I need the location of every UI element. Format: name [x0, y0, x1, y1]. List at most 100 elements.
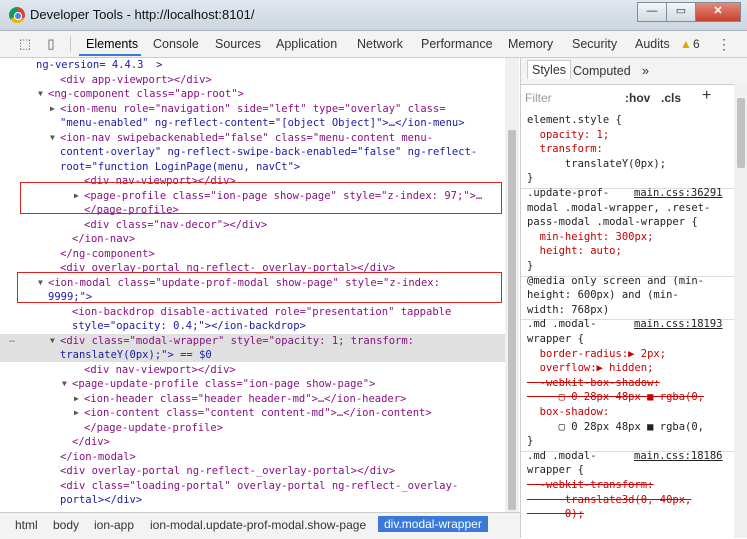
expand-right-icon[interactable]: ▶	[74, 406, 79, 420]
tab-sources[interactable]: Sources	[215, 37, 261, 51]
style-rule-line[interactable]: wrapper {	[527, 463, 584, 477]
style-rule-line[interactable]: .md .modal-main.css:18186	[527, 449, 723, 463]
dom-node-line[interactable]: ▶ <ion-header class="header header-md">…<…	[0, 392, 505, 406]
style-rule-line[interactable]: ▢ 0 28px 48px ■ rgba(0,	[527, 390, 704, 404]
style-rule-line[interactable]: height: auto;	[527, 244, 622, 258]
dom-node-line[interactable]: root="function LoginPage(menu, navCt">	[0, 160, 505, 174]
dom-node-line[interactable]: <div overlay-portal ng-reflect-_overlay-…	[0, 464, 505, 478]
more-options-icon[interactable]: ⋮	[717, 36, 731, 53]
dom-node-line[interactable]: ▼ <div class="modal-wrapper" style="opaci…	[0, 333, 505, 348]
tab-performance[interactable]: Performance	[421, 37, 493, 51]
dom-node-line[interactable]: ▶ <ion-content class="content content-md"…	[0, 406, 505, 420]
style-rule-line[interactable]: @media only screen and (min-	[527, 274, 704, 288]
inspect-element-icon[interactable]: ⬚	[17, 36, 33, 52]
tab-network[interactable]: Network	[357, 37, 403, 51]
expand-down-icon[interactable]: ▼	[38, 87, 43, 101]
style-rule-line[interactable]: translateY(0px);	[527, 157, 666, 171]
crumb-ion-modal[interactable]: ion-modal.update-prof-modal.show-page	[150, 518, 366, 532]
expand-down-icon[interactable]: ▼	[50, 131, 55, 145]
style-rule-line[interactable]: width: 768px)	[527, 303, 609, 317]
dom-node-line[interactable]: "menu-enabled" ng-reflect-content="[obje…	[0, 116, 505, 130]
stylesheet-link[interactable]: main.css:18186	[634, 449, 723, 463]
close-button[interactable]: ✕	[695, 2, 741, 22]
style-rule-line[interactable]: }	[527, 434, 533, 448]
dom-node-text: </ion-modal>	[60, 450, 136, 463]
expand-down-icon[interactable]: ▼	[50, 334, 55, 348]
style-rule-line[interactable]: element.style {	[527, 113, 622, 127]
style-rule-line[interactable]: overflow:▶ hidden;	[527, 361, 654, 375]
style-rule-line[interactable]: ▢ 0 28px 48px ■ rgba(0,	[527, 420, 704, 434]
tab-security[interactable]: Security	[572, 37, 617, 51]
tab-application[interactable]: Application	[276, 37, 337, 51]
style-rule-line[interactable]: modal .modal-wrapper, .reset-	[527, 201, 710, 215]
style-rule-line[interactable]: -webkit-box-shadow:	[527, 376, 660, 390]
hov-toggle[interactable]: :hov	[625, 91, 650, 105]
style-rule-line[interactable]: border-radius:▶ 2px;	[527, 347, 666, 361]
cls-toggle[interactable]: .cls	[661, 91, 681, 105]
stylesheet-link[interactable]: main.css:36291	[634, 186, 723, 200]
style-rule-line[interactable]: wrapper {	[527, 332, 584, 346]
dom-node-line[interactable]: <div class="loading-portal" overlay-port…	[0, 479, 505, 493]
crumb-body[interactable]: body	[53, 518, 79, 532]
more-tabs-icon[interactable]: »	[642, 64, 649, 78]
dom-node-line[interactable]: ▼ <page-update-profile class="ion-page sh…	[0, 377, 505, 391]
style-rule-line[interactable]: -webkit-transform:	[527, 478, 654, 492]
minimize-button[interactable]: —	[637, 2, 667, 22]
crumb-html[interactable]: html	[15, 518, 38, 532]
style-rule-line[interactable]: min-height: 300px;	[527, 230, 654, 244]
warning-count[interactable]: 6	[693, 37, 700, 51]
style-rule-line[interactable]: .update-prof-main.css:36291	[527, 186, 723, 200]
new-rule-button[interactable]: +	[702, 87, 711, 105]
dom-node-line[interactable]: ng-version= 4.4.3 >	[0, 58, 505, 72]
dom-node-line[interactable]: </ion-nav>	[0, 232, 505, 246]
selected-node-ellipsis[interactable]: …	[9, 334, 15, 345]
style-rule-line[interactable]: opacity: 1;	[527, 128, 610, 142]
crumb-modal-wrapper[interactable]: div.modal-wrapper	[378, 516, 488, 532]
dom-node-line[interactable]: portal></div>	[0, 493, 505, 507]
style-rule-line[interactable]: 0);	[527, 507, 584, 521]
styles-scrollbar-thumb[interactable]	[737, 98, 745, 168]
expand-right-icon[interactable]: ▶	[50, 102, 55, 116]
tab-computed[interactable]: Computed	[573, 64, 631, 78]
active-tab-indicator	[79, 54, 141, 56]
dom-node-text: <div overlay-portal ng-reflect-_overlay-…	[60, 465, 396, 477]
tab-styles[interactable]: Styles	[527, 60, 572, 79]
dom-scrollbar-thumb[interactable]	[508, 130, 516, 510]
dom-node-line[interactable]: <ion-backdrop disable-activated role="pr…	[0, 305, 505, 319]
tab-memory[interactable]: Memory	[508, 37, 553, 51]
styles-filter-input[interactable]: Filter	[525, 91, 552, 105]
dom-node-line[interactable]: content-overlay" ng-reflect-swipe-back-e…	[0, 145, 505, 159]
tab-console[interactable]: Console	[153, 37, 199, 51]
dom-node-line[interactable]: <div class="nav-decor"></div>	[0, 218, 505, 232]
dom-node-line[interactable]: ▼ <ng-component class="app-root">	[0, 87, 505, 101]
style-rule-line[interactable]: transform:	[527, 142, 603, 156]
tab-elements[interactable]: Elements	[86, 37, 138, 51]
style-rule-line[interactable]: height: 600px) and (min-	[527, 288, 679, 302]
style-rule-line[interactable]: pass-modal .modal-wrapper {	[527, 215, 698, 229]
style-rule-line[interactable]: .md .modal-main.css:18193	[527, 317, 723, 331]
stylesheet-link[interactable]: main.css:18193	[634, 317, 723, 331]
style-rule-line[interactable]: }	[527, 259, 533, 273]
dom-node-line[interactable]: ▶ <ion-menu role="navigation" side="left"…	[0, 102, 505, 116]
dom-node-line[interactable]: ▼ <ion-nav swipebackenabled="false" class…	[0, 131, 505, 145]
dom-node-line[interactable]: style="opacity: 0.4;"></ion-backdrop>	[0, 319, 505, 333]
warning-icon[interactable]: ▲	[680, 37, 692, 51]
device-toolbar-icon[interactable]: ▯	[43, 36, 59, 52]
dom-node-text: content-overlay" ng-reflect-swipe-back-e…	[60, 146, 478, 158]
dom-node-line[interactable]: <div app-viewport></div>	[0, 73, 505, 87]
style-rule-line[interactable]: box-shadow:	[527, 405, 610, 419]
expand-right-icon[interactable]: ▶	[74, 392, 79, 406]
crumb-ion-app[interactable]: ion-app	[94, 518, 134, 532]
dom-node-line[interactable]: </ng-component>	[0, 247, 505, 261]
dom-node-line[interactable]: </ion-modal>	[0, 450, 505, 464]
dom-node-line[interactable]: translateY(0px);"> == $0	[0, 348, 505, 362]
style-rule-line[interactable]: }	[527, 171, 533, 185]
dom-node-line[interactable]: </div>	[0, 435, 505, 449]
dom-node-line[interactable]: <div nav-viewport></div>	[0, 363, 505, 377]
window-titlebar: Developer Tools - http://localhost:8101/…	[0, 0, 747, 31]
style-rule-line[interactable]: translate3d(0, 40px,	[527, 493, 691, 507]
dom-node-line[interactable]: </page-update-profile>	[0, 421, 505, 435]
maximize-button[interactable]: ▭	[666, 2, 696, 22]
expand-down-icon[interactable]: ▼	[62, 377, 67, 391]
tab-audits[interactable]: Audits	[635, 37, 670, 51]
